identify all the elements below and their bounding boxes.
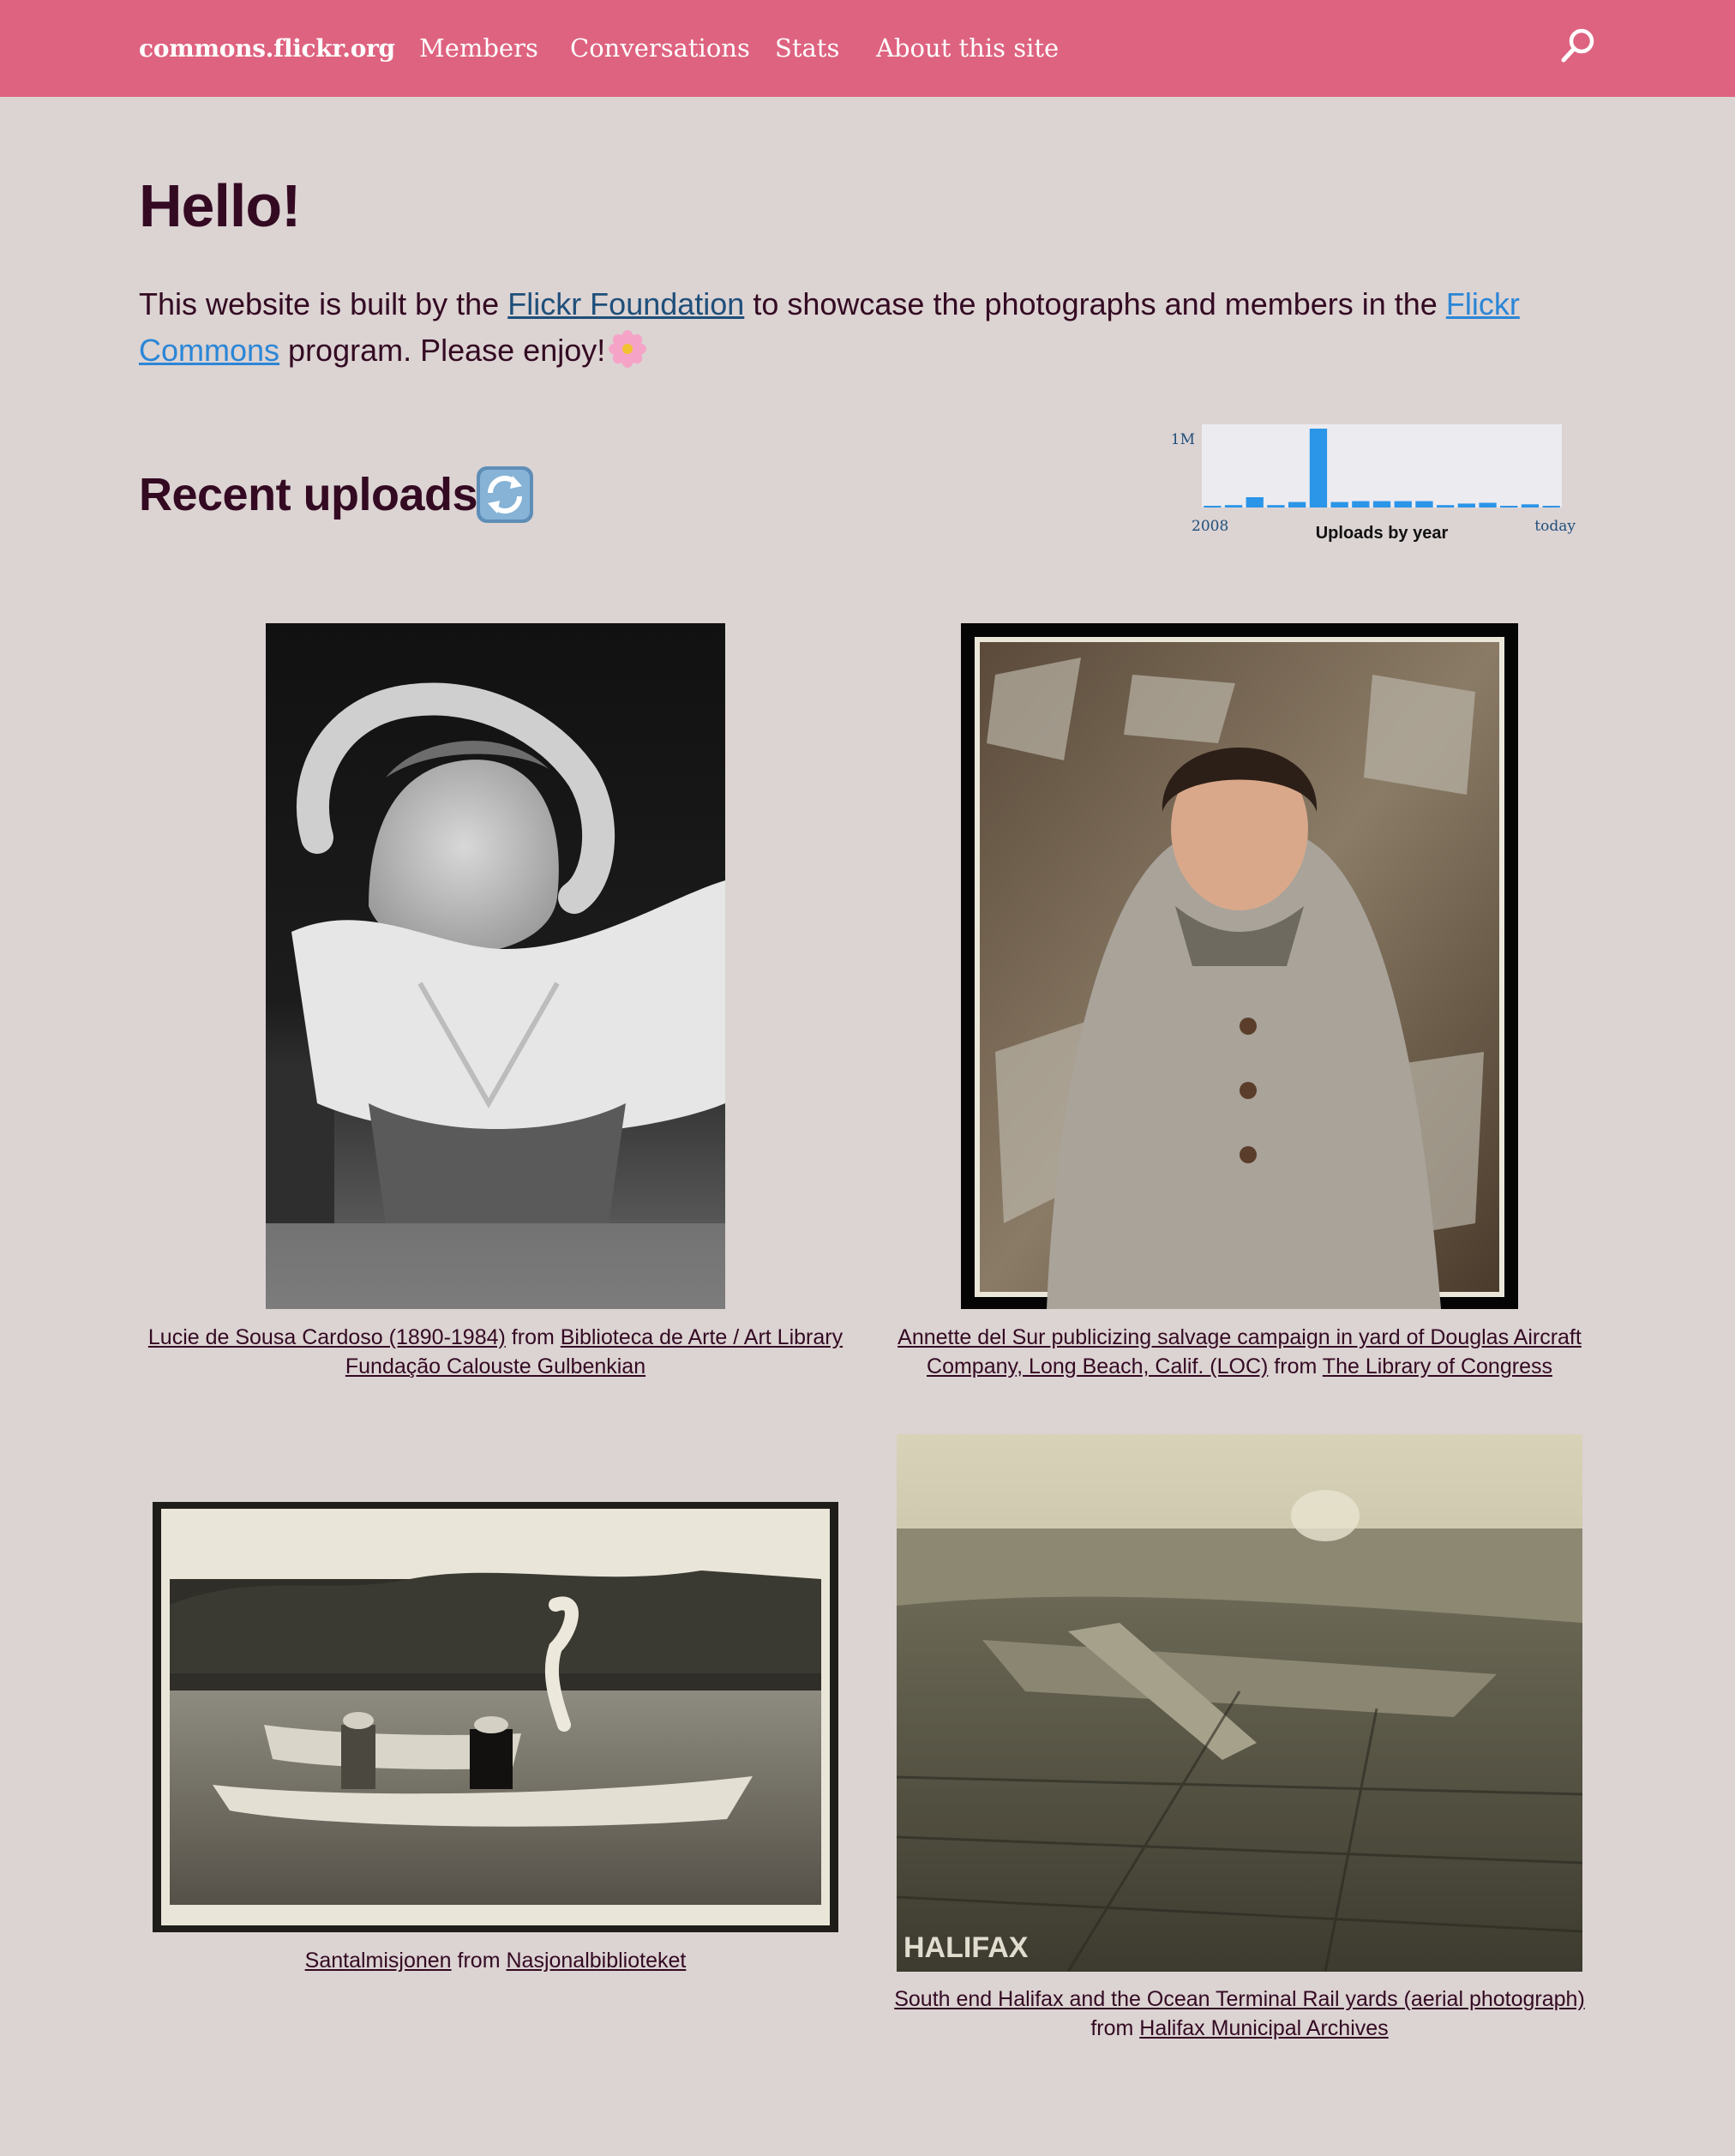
photo-source-link[interactable]: Nasjonalbiblioteket [506,1949,686,1973]
chart-bar-2013 [1309,429,1328,507]
top-navigation-bar: commons.flickr.org Members Conversations… [0,0,1735,97]
chart-bar-2020 [1457,503,1475,507]
caption-from-text: from [511,1325,555,1349]
photo-title-link[interactable]: Lucie de Sousa Cardoso (1890-1984) [148,1325,506,1349]
site-logo-link[interactable]: commons.flickr.org [139,0,395,97]
photo-caption-2: Annette del Sur publicizing salvage camp… [871,1323,1608,1381]
photo-source-link[interactable]: The Library of Congress [1323,1354,1552,1378]
photo-annette-del-sur[interactable] [961,623,1518,1309]
photo-caption-3: Santalmisjonen from Nasjonalbiblioteket [129,1946,862,1975]
chart-bar-2015 [1352,501,1370,507]
chart-bar-2022 [1500,506,1518,507]
page-title: Hello! [139,172,301,239]
chart-bar-2018 [1415,501,1433,507]
chart-bar-2019 [1437,505,1455,507]
chart-plot-area [1202,424,1562,507]
recent-uploads-heading: Recent uploads [139,469,478,520]
chart-bar-2014 [1330,501,1348,507]
chart-bar-2017 [1394,501,1412,507]
photo-lucie-de-sousa-cardoso[interactable] [266,623,725,1309]
photo-caption-4: South end Halifax and the Ocean Terminal… [871,1985,1608,2043]
nav-members-link[interactable]: Members [419,0,538,97]
chart-bar-2024 [1542,506,1560,507]
chart-bar-2009 [1224,505,1243,507]
intro-paragraph: This website is built by the Flickr Foun… [139,281,1613,374]
refresh-icon[interactable] [475,465,535,525]
flickr-foundation-link[interactable]: Flickr Foundation [507,286,744,321]
x-end-label: today [1534,518,1576,535]
chart-bar-2008 [1204,506,1222,507]
caption-from-text: from [457,1949,501,1973]
chart-bar-2021 [1479,502,1497,507]
uploads-by-year-chart: 1M 2008 today Uploads by year [1171,424,1576,543]
photo-caption-1: Lucie de Sousa Cardoso (1890-1984) from … [129,1323,862,1381]
intro-text-2: to showcase the photographs and members … [744,286,1446,321]
chart-title: Uploads by year [1316,524,1449,543]
photo-santalmisjonen[interactable] [153,1502,838,1932]
photo-title-link[interactable]: South end Halifax and the Ocean Terminal… [894,1987,1585,2011]
nav-conversations-link[interactable]: Conversations [570,0,750,97]
nav-stats-link[interactable]: Stats [775,0,839,97]
photo-source-link[interactable]: Halifax Municipal Archives [1139,2016,1388,2040]
x-start-label: 2008 [1192,518,1228,535]
intro-text-1: This website is built by the [139,286,508,321]
flower-icon [609,330,647,368]
chart-bar-2011 [1267,505,1285,507]
photo-title-link[interactable]: Santalmisjonen [305,1949,452,1973]
chart-bar-2016 [1372,501,1391,507]
search-icon[interactable] [1558,26,1598,65]
intro-text-3: program. Please enjoy! [279,333,606,368]
caption-from-text: from [1090,2016,1134,2040]
chart-bar-2010 [1246,497,1264,507]
photo-halifax-aerial[interactable]: HALIFAX [897,1434,1582,1972]
caption-from-text: from [1274,1354,1318,1378]
halifax-watermark: HALIFAX [904,1931,1029,1964]
chart-bar-2012 [1288,501,1306,507]
y-tick-label: 1M [1171,431,1195,448]
nav-about-link[interactable]: About this site [876,0,1059,97]
chart-bar-2023 [1521,504,1540,507]
